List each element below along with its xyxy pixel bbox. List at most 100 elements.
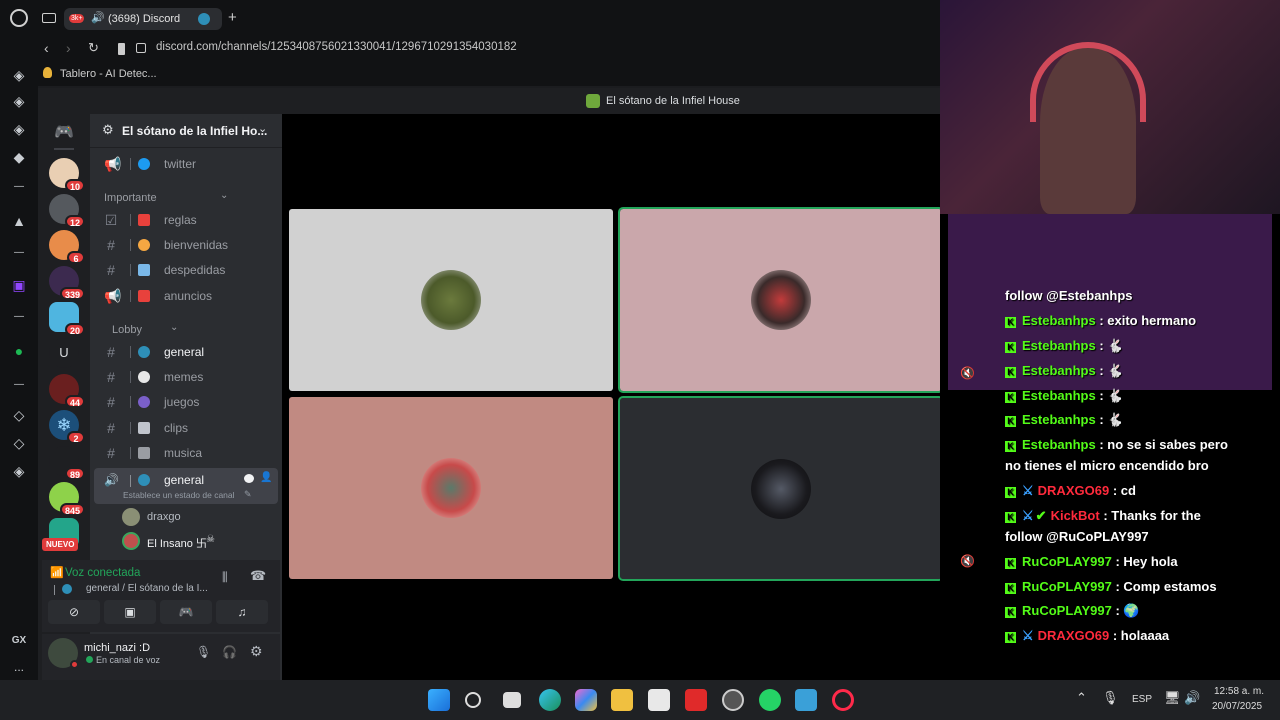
- participant-tile[interactable]: [289, 397, 613, 579]
- channel-despedidas[interactable]: # despedidas: [94, 258, 276, 282]
- address-bar: ‹ › ↻ discord.com/channels/1253408756021…: [38, 36, 940, 64]
- search-icon[interactable]: [465, 692, 481, 708]
- opera-gx-icon[interactable]: [832, 689, 854, 711]
- back-icon[interactable]: ‹: [44, 40, 49, 56]
- channel-clips[interactable]: # clips: [94, 416, 276, 440]
- store-icon[interactable]: [648, 689, 670, 711]
- channel-general[interactable]: # general: [94, 340, 276, 364]
- channel-twitter[interactable]: 📢 twitter: [94, 152, 276, 176]
- server-icon[interactable]: 44: [49, 374, 85, 408]
- whatsapp-icon[interactable]: [759, 689, 781, 711]
- workspaces-icon[interactable]: [42, 13, 56, 23]
- voice-channel-general[interactable]: 🔊 general 👤 Establece un estado de canal…: [94, 468, 278, 504]
- twitch-icon[interactable]: ▣: [10, 276, 28, 294]
- server-icon[interactable]: 845: [49, 482, 85, 516]
- file-explorer-icon[interactable]: [611, 689, 633, 711]
- server-icon[interactable]: U: [49, 338, 79, 368]
- microphone-icon[interactable]: 🎙: [1102, 690, 1119, 706]
- channel-anuncios[interactable]: 📢 anuncios: [94, 284, 276, 308]
- participant-tile[interactable]: [289, 209, 613, 391]
- server-icon[interactable]: 89: [49, 446, 85, 480]
- category-importante[interactable]: Importante: [104, 192, 157, 204]
- copilot-icon[interactable]: [575, 689, 597, 711]
- messenger-icon[interactable]: ◆: [10, 148, 28, 166]
- forward-icon[interactable]: ›: [66, 40, 71, 56]
- participant-tile[interactable]: [618, 207, 944, 393]
- clock-date[interactable]: 20/07/2025: [1212, 701, 1262, 712]
- url-text[interactable]: discord.com/channels/1253408756021330041…: [156, 41, 517, 53]
- divider-icon: —: [14, 247, 24, 258]
- opera-logo-icon[interactable]: [10, 9, 28, 27]
- voice-connected-title[interactable]: Voz conectada: [65, 567, 140, 579]
- chat-line: K RuCoPLAY997 : 🌍: [1005, 603, 1140, 619]
- channel-status[interactable]: Establece un estado de canal: [123, 490, 235, 500]
- wps-icon[interactable]: [685, 689, 707, 711]
- app-icon[interactable]: [795, 689, 817, 711]
- network-icon[interactable]: 🖥: [1164, 690, 1181, 706]
- channel-reglas[interactable]: ☑ reglas: [94, 208, 276, 232]
- soundboard-button[interactable]: ♫: [216, 600, 268, 624]
- activity-button[interactable]: 🎮: [160, 600, 212, 624]
- server-icon[interactable]: 10: [49, 158, 85, 192]
- server-icon[interactable]: 339: [49, 266, 85, 300]
- discord-home-icon[interactable]: 🎮: [51, 122, 77, 141]
- divider-icon: —: [14, 379, 24, 390]
- member-name: El Insano 卐: [147, 538, 207, 550]
- noise-icon[interactable]: ⫼: [222, 570, 228, 585]
- bookmark-link[interactable]: Tablero - AI Detec...: [60, 68, 157, 80]
- spotify-icon[interactable]: ●: [10, 342, 28, 360]
- channel-bienvenidas[interactable]: # bienvenidas: [94, 233, 276, 257]
- diamond-icon[interactable]: ◈: [10, 92, 28, 110]
- chevron-up-icon[interactable]: ⌃: [1076, 690, 1087, 706]
- volume-icon[interactable]: 🔊: [1184, 690, 1200, 706]
- microphone-icon[interactable]: 🎙: [196, 645, 211, 659]
- participant-tile[interactable]: [618, 396, 944, 581]
- screen-share-button[interactable]: ▣: [104, 600, 156, 624]
- diamond-icon[interactable]: ◈: [10, 120, 28, 138]
- camera-off-button[interactable]: ⊘: [48, 600, 100, 624]
- headphones-icon[interactable]: 🎧: [222, 645, 237, 659]
- chat-line: K RuCoPLAY997 : Comp estamos: [1005, 579, 1217, 594]
- voice-member[interactable]: El Insano 卐 ☠: [122, 532, 272, 550]
- username[interactable]: michi_nazi :D: [84, 642, 150, 654]
- gx-label[interactable]: GX: [10, 632, 28, 650]
- channel-emoji: [138, 158, 150, 170]
- edge-icon[interactable]: [539, 689, 561, 711]
- arrow-icon[interactable]: ▲: [10, 212, 28, 230]
- server-icon[interactable]: 20: [49, 302, 85, 336]
- pencil-icon[interactable]: ✎: [244, 489, 252, 500]
- diamond-icon[interactable]: ◈: [10, 66, 28, 84]
- kick-icon: K: [1005, 558, 1016, 569]
- clock-time[interactable]: 12:58 a. m.: [1214, 686, 1264, 697]
- channel-juegos[interactable]: # juegos: [94, 390, 276, 414]
- server-icon[interactable]: ❄ 2: [49, 410, 85, 444]
- server-header[interactable]: ⚙ El sótano de la Infiel Ho... ⌄: [90, 114, 282, 148]
- category-lobby[interactable]: Lobby: [112, 324, 142, 336]
- language-indicator[interactable]: ESP: [1132, 694, 1152, 705]
- server-icon[interactable]: 6: [49, 230, 85, 264]
- diamond-icon[interactable]: ◈: [10, 462, 28, 480]
- bookmarks-bar: Tablero - AI Detec...: [38, 64, 940, 86]
- server-icon[interactable]: 12: [49, 194, 85, 228]
- voice-connected-subtitle[interactable]: general / El sótano de la I...: [86, 583, 208, 594]
- server-icon: [586, 94, 600, 108]
- add-user-icon[interactable]: 👤: [260, 472, 272, 483]
- reload-icon[interactable]: ↻: [88, 40, 99, 56]
- tab-bar: 3k+ 🔊 (3698) Discord +: [0, 0, 940, 36]
- disconnect-icon[interactable]: ☎: [250, 568, 266, 584]
- chat-line: K Estebanhps : exito hermano: [1005, 313, 1196, 328]
- diamond-icon[interactable]: ◇: [10, 406, 28, 424]
- app-icon[interactable]: [722, 689, 744, 711]
- task-view-icon[interactable]: [503, 692, 521, 708]
- diamond-icon[interactable]: ◇: [10, 434, 28, 452]
- more-icon[interactable]: ...: [10, 658, 28, 676]
- tab-discord[interactable]: 3k+ 🔊 (3698) Discord: [64, 8, 222, 30]
- new-tab-button[interactable]: +: [228, 9, 237, 26]
- chat-line: K Estebanhps : 🐇: [1005, 363, 1123, 379]
- voice-member[interactable]: draxgo: [122, 508, 272, 526]
- channel-memes[interactable]: # memes: [94, 365, 276, 389]
- windows-start-icon[interactable]: [428, 689, 450, 711]
- chat-icon[interactable]: [244, 474, 254, 483]
- channel-musica[interactable]: # musica: [94, 441, 276, 465]
- settings-icon[interactable]: ⚙: [250, 643, 263, 660]
